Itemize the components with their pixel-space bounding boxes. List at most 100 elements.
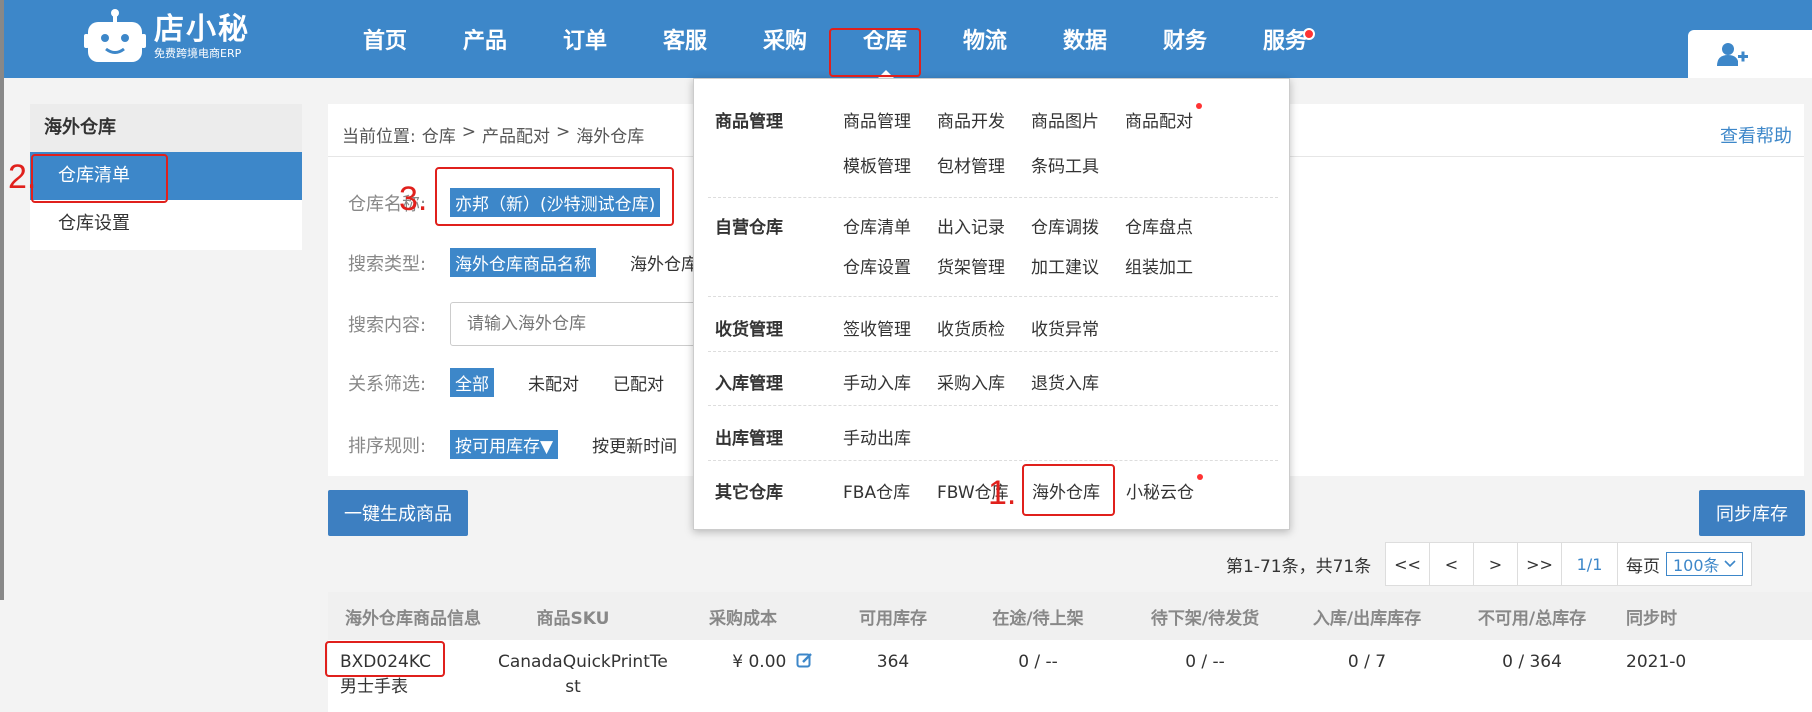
sort-by-update-time[interactable]: 按更新时间 [592,432,677,457]
cloud-warehouse-badge [1197,474,1203,480]
edit-icon[interactable] [796,651,814,669]
relation-filter-all[interactable]: 全部 [450,368,494,397]
menu-item-product-images[interactable]: 商品图片 [1031,107,1099,132]
menu-item-stock-count[interactable]: 仓库盘点 [1125,213,1193,238]
sidebar-item-warehouse-settings[interactable]: 仓库设置 [30,200,302,248]
nav-orders[interactable]: 订单 [535,0,635,78]
sidebar: 海外仓库 仓库清单 仓库设置 [30,104,302,250]
relation-filter-row: 关系筛选: 全部 未配对 已配对 [348,368,664,397]
sku-text: st [565,677,581,697]
nav-products[interactable]: 产品 [435,0,535,78]
user-menu[interactable] [1688,30,1812,78]
menu-divider [708,351,1278,352]
window-edge [0,0,4,600]
col-purchase-cost: 采购成本 [709,608,777,629]
col-pending: 待下架/待发货 [1150,608,1260,629]
relation-filter-unpaired[interactable]: 未配对 [528,370,579,395]
menu-category-receiving: 收货管理 [715,320,783,340]
sort-by-available-stock[interactable]: 按可用库存▼ [450,430,559,459]
sync-stock-button[interactable]: 同步库存 [1699,490,1805,536]
relation-filter-paired[interactable]: 已配对 [613,370,664,395]
menu-item-product-management[interactable]: 商品管理 [843,107,911,132]
in-out-cell: 0 / 7 [1347,652,1387,672]
per-page-control: 每页 100条 [1618,543,1751,585]
menu-item-template-management[interactable]: 模板管理 [843,152,911,177]
search-type-label: 搜索类型: [348,253,427,275]
menu-item-manual-outbound[interactable]: 手动出库 [843,424,911,449]
search-content-row: 搜索内容: [348,302,700,346]
nav-services[interactable]: 服务 [1235,0,1335,78]
col-available-stock: 可用库存 [859,608,927,629]
menu-divider [708,460,1278,461]
menu-item-shelf-management[interactable]: 货架管理 [937,253,1005,278]
menu-item-receipt-management[interactable]: 签收管理 [843,315,911,340]
menu-item-product-pairing[interactable]: 商品配对 [1125,107,1193,132]
brand-logo[interactable]: 店小秘 免费跨境电商ERP [84,8,250,66]
col-product-info: 海外仓库商品信息 [345,608,481,629]
col-sync-time: 同步时 [1626,608,1677,629]
menu-item-product-development[interactable]: 商品开发 [937,107,1005,132]
search-type-row: 搜索类型: 海外仓库商品名称 海外仓库 [348,248,698,277]
per-page-select[interactable]: 100条 [1666,552,1743,576]
chevron-down-icon [1723,560,1736,568]
menu-item-warehouse-transfer[interactable]: 仓库调拨 [1031,213,1099,238]
menu-item-manual-inbound[interactable]: 手动入库 [843,369,911,394]
nav-customer-service[interactable]: 客服 [635,0,735,78]
help-link[interactable]: 查看帮助 [1720,122,1792,148]
generate-products-button[interactable]: 一键生成商品 [328,490,468,536]
sort-row: 排序规则: 按可用库存▼ 按更新时间 [348,430,677,459]
pagination-info: 第1-71条，共71条 [1226,557,1372,577]
annotation-step-1: 1. [988,474,1017,512]
menu-item-packaging-management[interactable]: 包材管理 [937,152,1005,177]
breadcrumb-separator: > [461,122,476,142]
search-input[interactable] [450,302,700,346]
menu-item-fba-warehouse[interactable]: FBA仓库 [843,478,910,503]
nav-data[interactable]: 数据 [1035,0,1135,78]
menu-category-self-warehouse: 自营仓库 [715,218,783,238]
menu-item-inout-records[interactable]: 出入记录 [937,213,1005,238]
menu-divider [708,197,1278,198]
sidebar-item-warehouse-list[interactable]: 仓库清单 [30,152,302,200]
breadcrumb-product-pairing[interactable]: 产品配对 [482,122,550,147]
menu-item-barcode-tool[interactable]: 条码工具 [1031,152,1099,177]
services-notification-dot [1303,28,1315,40]
cost-value: ¥ 0.00 [732,652,787,672]
menu-item-return-inbound[interactable]: 退货入库 [1031,369,1099,394]
breadcrumb-warehouse[interactable]: 仓库 [422,122,456,147]
sku-text: CanadaQuickPrintTe [498,652,668,672]
col-unavailable-total: 不可用/总库存 [1477,608,1587,629]
search-type-warehouse[interactable]: 海外仓库 [630,250,698,275]
next-page-button[interactable]: > [1474,543,1518,585]
main-nav: 首页 产品 订单 客服 采购 仓库 物流 数据 财务 服务 [335,0,1335,78]
menu-item-warehouse-list[interactable]: 仓库清单 [843,213,911,238]
nav-finance[interactable]: 财务 [1135,0,1235,78]
first-page-button[interactable]: << [1386,543,1430,585]
menu-category-other-warehouses: 其它仓库 [715,483,783,503]
menu-item-warehouse-settings[interactable]: 仓库设置 [843,253,911,278]
inventory-table: 海外仓库商品信息 商品SKU 采购成本 可用库存 在途/待上架 待下架/待发货 … [328,592,1812,712]
breadcrumb-prefix: 当前位置: [342,127,416,147]
menu-divider [708,296,1278,297]
menu-item-receiving-exceptions[interactable]: 收货异常 [1031,315,1099,340]
nav-home[interactable]: 首页 [335,0,435,78]
search-type-product-name[interactable]: 海外仓库商品名称 [450,248,596,277]
top-navigation-bar: 店小秘 免费跨境电商ERP 首页 产品 订单 客服 采购 仓库 物流 数据 财务… [0,0,1812,78]
table-row: BXD024KC 男士手表 CanadaQuickPrintTe st ¥ 0.… [328,640,1812,700]
nav-warehouse[interactable]: 仓库 [835,0,935,78]
warehouse-dropdown-menu: 商品管理 商品管理 商品开发 商品图片 商品配对 模板管理 包材管理 条码工具 … [693,78,1290,530]
nav-logistics[interactable]: 物流 [935,0,1035,78]
menu-item-assembly-processing[interactable]: 组装加工 [1125,253,1193,278]
nav-purchase[interactable]: 采购 [735,0,835,78]
current-page[interactable]: 1/1 [1562,543,1618,585]
menu-item-overseas-warehouse[interactable]: 海外仓库 [1032,478,1100,503]
product-code[interactable]: BXD024KC [340,650,498,675]
brand-name: 店小秘 [154,12,250,47]
menu-item-processing-suggestions[interactable]: 加工建议 [1031,253,1099,278]
menu-item-purchase-inbound[interactable]: 采购入库 [937,369,1005,394]
prev-page-button[interactable]: < [1430,543,1474,585]
last-page-button[interactable]: >> [1518,543,1562,585]
menu-item-xiaomi-cloud-warehouse[interactable]: 小秘云仓 [1126,478,1194,503]
menu-item-receiving-qc[interactable]: 收货质检 [937,315,1005,340]
warehouse-name-tag[interactable]: 亦邦（新）(沙特测试仓库) [450,188,661,217]
menu-category-inbound: 入库管理 [715,374,783,394]
